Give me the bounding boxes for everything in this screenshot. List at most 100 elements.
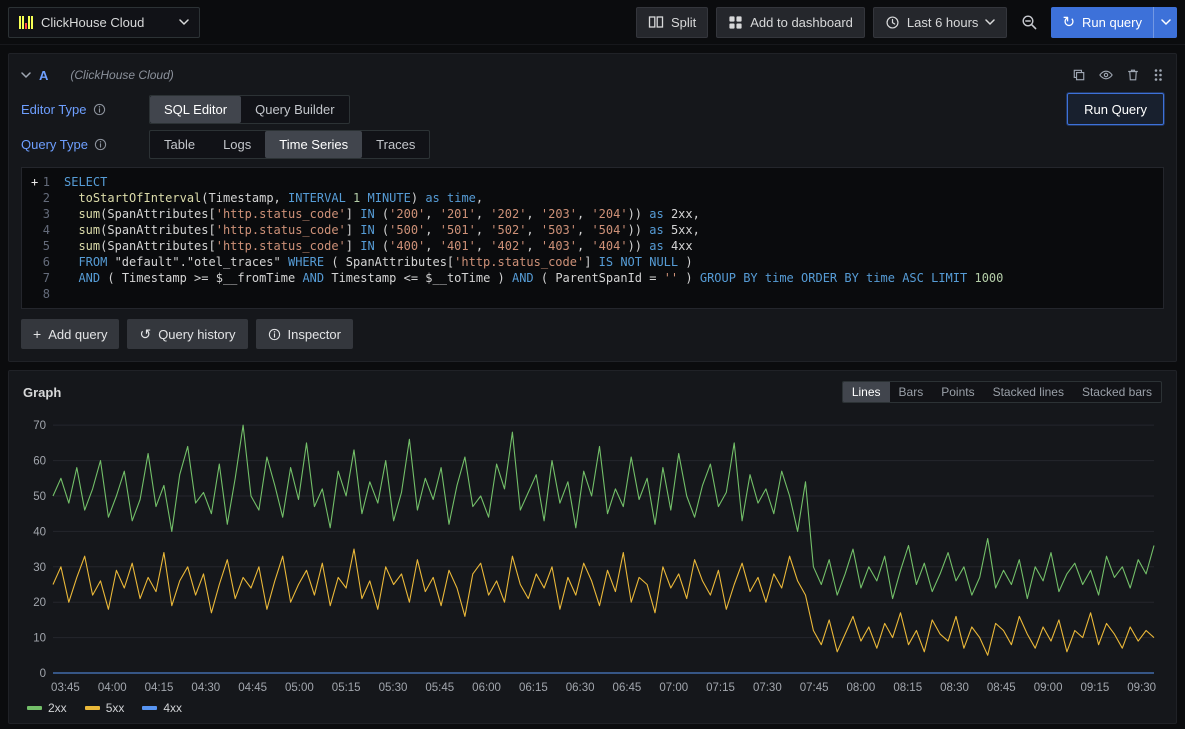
explore-toolbar: ClickHouse Cloud Split Add to dashboard … bbox=[0, 0, 1185, 45]
graph-style-option-points[interactable]: Points bbox=[932, 382, 983, 402]
svg-text:05:00: 05:00 bbox=[285, 682, 314, 694]
query-datasource-hint: (ClickHouse Cloud) bbox=[70, 68, 173, 82]
time-range-label: Last 6 hours bbox=[907, 15, 979, 30]
inspector-button[interactable]: Inspector bbox=[256, 319, 353, 349]
collapse-query-icon[interactable] bbox=[21, 72, 31, 79]
legend-swatch bbox=[85, 706, 100, 710]
datasource-name: ClickHouse Cloud bbox=[41, 15, 171, 30]
sql-editor[interactable]: 1+SELECT2 toStartOfInterval(Timestamp, I… bbox=[21, 167, 1164, 309]
svg-text:10: 10 bbox=[33, 633, 46, 645]
svg-text:09:00: 09:00 bbox=[1034, 682, 1063, 694]
panel-run-query-button[interactable]: Run Query bbox=[1067, 93, 1164, 125]
svg-text:40: 40 bbox=[33, 526, 46, 538]
svg-text:05:45: 05:45 bbox=[425, 682, 454, 694]
time-range-picker[interactable]: Last 6 hours bbox=[873, 7, 1008, 38]
split-button[interactable]: Split bbox=[636, 7, 708, 38]
svg-text:05:30: 05:30 bbox=[379, 682, 408, 694]
svg-text:08:45: 08:45 bbox=[987, 682, 1016, 694]
info-icon[interactable] bbox=[93, 103, 106, 116]
svg-text:04:15: 04:15 bbox=[145, 682, 174, 694]
duplicate-query-icon[interactable] bbox=[1072, 68, 1086, 82]
query-type-option-table[interactable]: Table bbox=[150, 131, 209, 158]
legend-item-5xx[interactable]: 5xx bbox=[85, 701, 125, 715]
run-query-interval-caret[interactable] bbox=[1153, 7, 1177, 38]
editor-type-option-query-builder[interactable]: Query Builder bbox=[241, 96, 348, 123]
legend-swatch bbox=[27, 706, 42, 710]
graph-style-option-lines[interactable]: Lines bbox=[843, 382, 890, 402]
editor-type-toggle: SQL EditorQuery Builder bbox=[149, 95, 350, 124]
query-type-option-time-series[interactable]: Time Series bbox=[265, 131, 362, 158]
svg-text:09:15: 09:15 bbox=[1080, 682, 1109, 694]
run-query-button[interactable]: ↻ Run query bbox=[1051, 7, 1153, 38]
legend-item-2xx[interactable]: 2xx bbox=[27, 701, 67, 715]
datasource-picker[interactable]: ClickHouse Cloud bbox=[8, 7, 200, 38]
svg-text:08:30: 08:30 bbox=[940, 682, 969, 694]
svg-text:06:00: 06:00 bbox=[472, 682, 501, 694]
svg-text:07:00: 07:00 bbox=[659, 682, 688, 694]
graph-style-option-stacked-bars[interactable]: Stacked bars bbox=[1073, 382, 1161, 402]
svg-text:08:00: 08:00 bbox=[847, 682, 876, 694]
svg-text:04:00: 04:00 bbox=[98, 682, 127, 694]
remove-query-trash-icon[interactable] bbox=[1126, 68, 1140, 82]
svg-text:07:45: 07:45 bbox=[800, 682, 829, 694]
graph-style-option-stacked-lines[interactable]: Stacked lines bbox=[984, 382, 1073, 402]
code-line: 6 FROM "default"."otel_traces" WHERE ( S… bbox=[22, 254, 1163, 270]
add-to-dashboard-label: Add to dashboard bbox=[750, 15, 853, 30]
run-query-label: Run query bbox=[1082, 15, 1142, 30]
query-history-button[interactable]: ↺ Query history bbox=[127, 319, 247, 349]
zoom-out-icon bbox=[1021, 14, 1038, 31]
svg-text:0: 0 bbox=[40, 668, 46, 680]
clickhouse-logo-icon bbox=[19, 16, 33, 29]
svg-text:03:45: 03:45 bbox=[51, 682, 80, 694]
add-query-label: Add query bbox=[48, 327, 107, 342]
editor-type-option-sql-editor[interactable]: SQL Editor bbox=[150, 96, 241, 123]
svg-text:30: 30 bbox=[33, 562, 46, 574]
code-line: 4 sum(SpanAttributes['http.status_code']… bbox=[22, 222, 1163, 238]
run-query-split-button: ↻ Run query bbox=[1051, 7, 1177, 38]
query-type-label: Query Type bbox=[21, 137, 88, 152]
query-type-toggle: TableLogsTime SeriesTraces bbox=[149, 130, 430, 159]
chevron-down-icon bbox=[985, 19, 995, 26]
legend-label: 4xx bbox=[163, 701, 182, 715]
svg-text:50: 50 bbox=[33, 491, 46, 503]
query-history-label: Query history bbox=[158, 327, 235, 342]
svg-text:07:15: 07:15 bbox=[706, 682, 735, 694]
svg-text:60: 60 bbox=[33, 456, 46, 468]
query-type-option-traces[interactable]: Traces bbox=[362, 131, 429, 158]
add-line-plus-icon[interactable]: + bbox=[31, 174, 38, 190]
info-icon[interactable] bbox=[94, 138, 107, 151]
chevron-down-icon bbox=[1161, 19, 1171, 26]
svg-text:70: 70 bbox=[33, 420, 46, 432]
svg-text:06:30: 06:30 bbox=[566, 682, 595, 694]
series-line-2xx bbox=[53, 425, 1154, 598]
graph-panel-title: Graph bbox=[23, 385, 61, 400]
legend-item-4xx[interactable]: 4xx bbox=[142, 701, 182, 715]
graph-style-toggle: LinesBarsPointsStacked linesStacked bars bbox=[842, 381, 1162, 403]
refresh-icon: ↻ bbox=[1062, 15, 1075, 30]
svg-text:04:30: 04:30 bbox=[191, 682, 220, 694]
legend-label: 5xx bbox=[106, 701, 125, 715]
query-type-option-logs[interactable]: Logs bbox=[209, 131, 265, 158]
query-ref-id: A bbox=[39, 68, 48, 83]
svg-text:08:15: 08:15 bbox=[893, 682, 922, 694]
graph-legend: 2xx 5xx 4xx bbox=[23, 697, 1162, 717]
svg-text:06:15: 06:15 bbox=[519, 682, 548, 694]
code-line: 3 sum(SpanAttributes['http.status_code']… bbox=[22, 206, 1163, 222]
code-line: 2 toStartOfInterval(Timestamp, INTERVAL … bbox=[22, 190, 1163, 206]
plus-icon: + bbox=[33, 327, 41, 341]
add-to-dashboard-button[interactable]: Add to dashboard bbox=[716, 7, 865, 38]
split-label: Split bbox=[671, 15, 696, 30]
hide-query-eye-icon[interactable] bbox=[1098, 68, 1114, 82]
drag-handle-icon[interactable] bbox=[1152, 68, 1164, 82]
svg-text:20: 20 bbox=[33, 597, 46, 609]
add-query-button[interactable]: + Add query bbox=[21, 319, 119, 349]
graph-panel: Graph LinesBarsPointsStacked linesStacke… bbox=[8, 370, 1177, 724]
code-line: 8 bbox=[22, 286, 1163, 302]
time-series-chart[interactable]: 01020304050607003:4504:0004:1504:3004:45… bbox=[23, 405, 1162, 697]
query-editor-panel: A (ClickHouse Cloud) Editor Type SQL Ed bbox=[8, 53, 1177, 362]
split-icon bbox=[648, 14, 664, 30]
code-line: 7 AND ( Timestamp >= $__fromTime AND Tim… bbox=[22, 270, 1163, 286]
zoom-out-button[interactable] bbox=[1015, 7, 1043, 38]
clock-icon bbox=[885, 15, 900, 30]
graph-style-option-bars[interactable]: Bars bbox=[890, 382, 933, 402]
